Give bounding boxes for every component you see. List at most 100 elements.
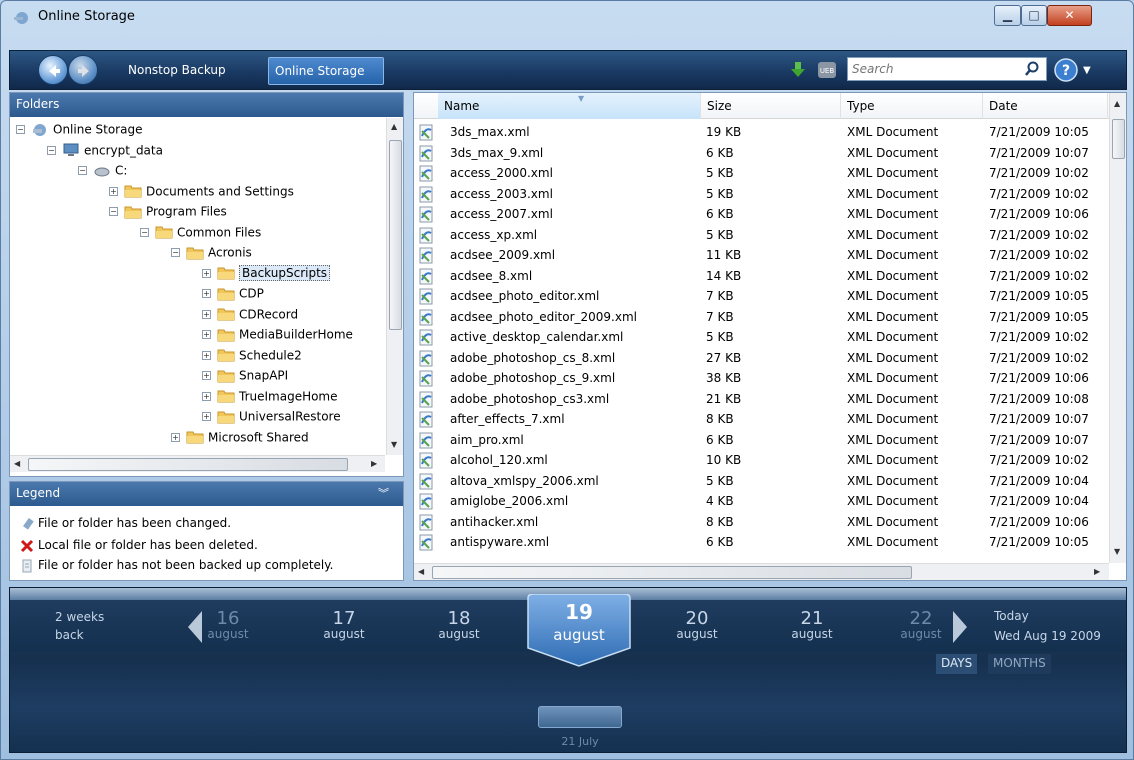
- scroll-left-icon[interactable]: ◀: [418, 567, 424, 576]
- file-row[interactable]: active_desktop_calendar.xml 5 KB XML Docum…: [414, 328, 1108, 349]
- two-weeks-back-button[interactable]: 2 weeks back: [55, 608, 104, 644]
- expand-icon[interactable]: +: [202, 330, 211, 339]
- title-bar[interactable]: Online Storage ▁ □ ✕: [1, 1, 1133, 35]
- chevron-down-icon[interactable]: ▼: [1083, 65, 1091, 76]
- file-row[interactable]: 3ds_max.xml 19 KB XML Document 7/21/2009 10…: [414, 123, 1108, 144]
- next-day-icon[interactable]: [951, 610, 969, 644]
- scroll-up-icon[interactable]: ▲: [391, 122, 397, 131]
- tree-node[interactable]: + MediaBuilderHome: [202, 327, 353, 347]
- column-header-name[interactable]: Name ▼: [438, 93, 701, 119]
- expand-icon[interactable]: +: [202, 268, 211, 278]
- file-row[interactable]: access_2003.xml 5 KB XML Document 7/21/2009…: [414, 185, 1108, 206]
- column-header-type[interactable]: Type: [841, 93, 983, 119]
- scroll-thumb[interactable]: [389, 140, 402, 330]
- collapse-icon[interactable]: −: [140, 227, 149, 237]
- backup-marker[interactable]: [538, 706, 622, 728]
- search-input[interactable]: [852, 59, 1012, 79]
- file-row[interactable]: antispyware.xml 6 KB XML Document 7/21/2009…: [414, 533, 1108, 554]
- tree-node[interactable]: − Common Files: [140, 225, 261, 245]
- tree-node[interactable]: − Online Storage: [16, 122, 142, 142]
- maximize-button[interactable]: □: [1021, 5, 1047, 26]
- file-row[interactable]: acdsee_2009.xml 11 KB XML Document 7/21/200…: [414, 246, 1108, 267]
- file-row[interactable]: access_2007.xml 6 KB XML Document 7/21/2009…: [414, 205, 1108, 226]
- search-field[interactable]: [847, 57, 1047, 81]
- file-row[interactable]: aim_pro.xml 6 KB XML Document 7/21/2009 10:…: [414, 431, 1108, 452]
- file-row[interactable]: adobe_photoshop_cs_8.xml 27 KB XML Documen…: [414, 349, 1108, 370]
- minimize-button[interactable]: ▁: [994, 5, 1021, 26]
- scroll-thumb[interactable]: [432, 566, 912, 579]
- current-day-19[interactable]: 19 august: [524, 594, 634, 668]
- tree-node[interactable]: − Acronis: [171, 245, 252, 265]
- scroll-right-icon[interactable]: ▶: [371, 459, 377, 468]
- toggle-days[interactable]: DAYS: [936, 654, 978, 674]
- file-row[interactable]: alcohol_120.xml 10 KB XML Document 7/21/200…: [414, 451, 1108, 472]
- day-20[interactable]: 20 august: [652, 608, 742, 641]
- expand-icon[interactable]: +: [109, 186, 118, 196]
- scroll-left-icon[interactable]: ◀: [14, 459, 20, 468]
- file-row[interactable]: 3ds_max_9.xml 6 KB XML Document 7/21/2009 1…: [414, 144, 1108, 165]
- file-row[interactable]: adobe_photoshop_cs_9.xml 38 KB XML Documen…: [414, 369, 1108, 390]
- scroll-down-icon[interactable]: ▼: [391, 440, 397, 449]
- day-21[interactable]: 21 august: [767, 608, 857, 641]
- day-18[interactable]: 18 august: [414, 608, 504, 641]
- collapse-icon[interactable]: ︾: [378, 485, 389, 501]
- day-17[interactable]: 17 august: [299, 608, 389, 641]
- today-button[interactable]: Today Wed Aug 19 2009: [994, 606, 1101, 646]
- collapse-icon[interactable]: −: [78, 166, 87, 175]
- tree-node[interactable]: + BackupScripts: [202, 265, 331, 286]
- tree-node[interactable]: − encrypt_data: [47, 143, 163, 163]
- tree-node[interactable]: + CDRecord: [202, 307, 298, 327]
- expand-icon[interactable]: +: [202, 289, 211, 298]
- collapse-icon[interactable]: −: [47, 145, 56, 155]
- close-button[interactable]: ✕: [1047, 5, 1092, 26]
- collapse-icon[interactable]: −: [171, 248, 180, 257]
- tree-node[interactable]: + Schedule2: [202, 348, 302, 368]
- file-row[interactable]: after_effects_7.xml 8 KB XML Document 7/21/…: [414, 410, 1108, 431]
- file-row[interactable]: acdsee_photo_editor.xml 7 KB XML Document 7…: [414, 287, 1108, 308]
- tree-node[interactable]: + CDP: [202, 286, 264, 306]
- help-icon[interactable]: ?: [1053, 57, 1079, 83]
- tree-node[interactable]: + TrueImageHome: [202, 389, 338, 409]
- scroll-thumb[interactable]: [28, 458, 348, 471]
- file-row[interactable]: acdsee_photo_editor_2009.xml 7 KB XML Docu…: [414, 308, 1108, 329]
- tree-node[interactable]: + Documents and Settings: [109, 184, 294, 204]
- legend-header[interactable]: Legend ︾: [10, 482, 403, 506]
- toggle-months[interactable]: MONTHS: [988, 654, 1051, 674]
- file-row[interactable]: antihacker.xml 8 KB XML Document 7/21/2009 …: [414, 513, 1108, 534]
- file-row[interactable]: acdsee_8.xml 14 KB XML Document 7/21/2009 1…: [414, 267, 1108, 288]
- expand-icon[interactable]: +: [202, 391, 211, 401]
- tree-node[interactable]: + Microsoft Shared: [171, 430, 309, 450]
- tab-online-storage[interactable]: Online Storage: [268, 57, 384, 85]
- column-header-size[interactable]: Size: [701, 93, 841, 119]
- expand-icon[interactable]: +: [202, 412, 211, 421]
- tree-node[interactable]: + UniversalRestore: [202, 409, 341, 429]
- collapse-icon[interactable]: −: [109, 207, 118, 216]
- tree-node[interactable]: − Program Files: [109, 204, 227, 224]
- tree-node[interactable]: + SnapAPI: [202, 368, 288, 388]
- tree-vertical-scrollbar[interactable]: ▲ ▼: [386, 118, 403, 455]
- file-row[interactable]: access_xp.xml 5 KB XML Document 7/21/2009 1…: [414, 226, 1108, 247]
- expand-icon[interactable]: +: [202, 309, 211, 319]
- tree-node[interactable]: − C:: [78, 163, 127, 183]
- expand-icon[interactable]: +: [202, 371, 211, 380]
- day-16[interactable]: 16 august: [183, 608, 273, 641]
- scroll-down-icon[interactable]: ▼: [1114, 547, 1120, 556]
- file-row[interactable]: amiglobe_2006.xml 4 KB XML Document 7/21/20…: [414, 492, 1108, 513]
- file-row[interactable]: adobe_photoshop_cs3.xml 21 KB XML Document…: [414, 390, 1108, 411]
- back-button[interactable]: [38, 55, 68, 85]
- forward-button[interactable]: [68, 55, 98, 85]
- search-icon[interactable]: [1024, 61, 1040, 77]
- tree-horizontal-scrollbar[interactable]: ◀ ▶: [10, 455, 385, 472]
- file-row[interactable]: access_2000.xml 5 KB XML Document 7/21/2009…: [414, 164, 1108, 185]
- scroll-right-icon[interactable]: ▶: [1094, 567, 1100, 576]
- list-horizontal-scrollbar[interactable]: ◀ ▶: [414, 563, 1109, 580]
- collapse-icon[interactable]: −: [16, 125, 25, 134]
- tab-nonstop-backup[interactable]: Nonstop Backup: [122, 57, 262, 85]
- scroll-thumb[interactable]: [1112, 119, 1125, 159]
- expand-icon[interactable]: +: [202, 350, 211, 360]
- ueb-icon[interactable]: UEB: [816, 60, 838, 80]
- expand-icon[interactable]: +: [171, 432, 180, 442]
- list-vertical-scrollbar[interactable]: ▲ ▼: [1109, 93, 1126, 563]
- file-row[interactable]: altova_xmlspy_2006.xml 5 KB XML Document 7/…: [414, 472, 1108, 493]
- download-icon[interactable]: [789, 61, 807, 79]
